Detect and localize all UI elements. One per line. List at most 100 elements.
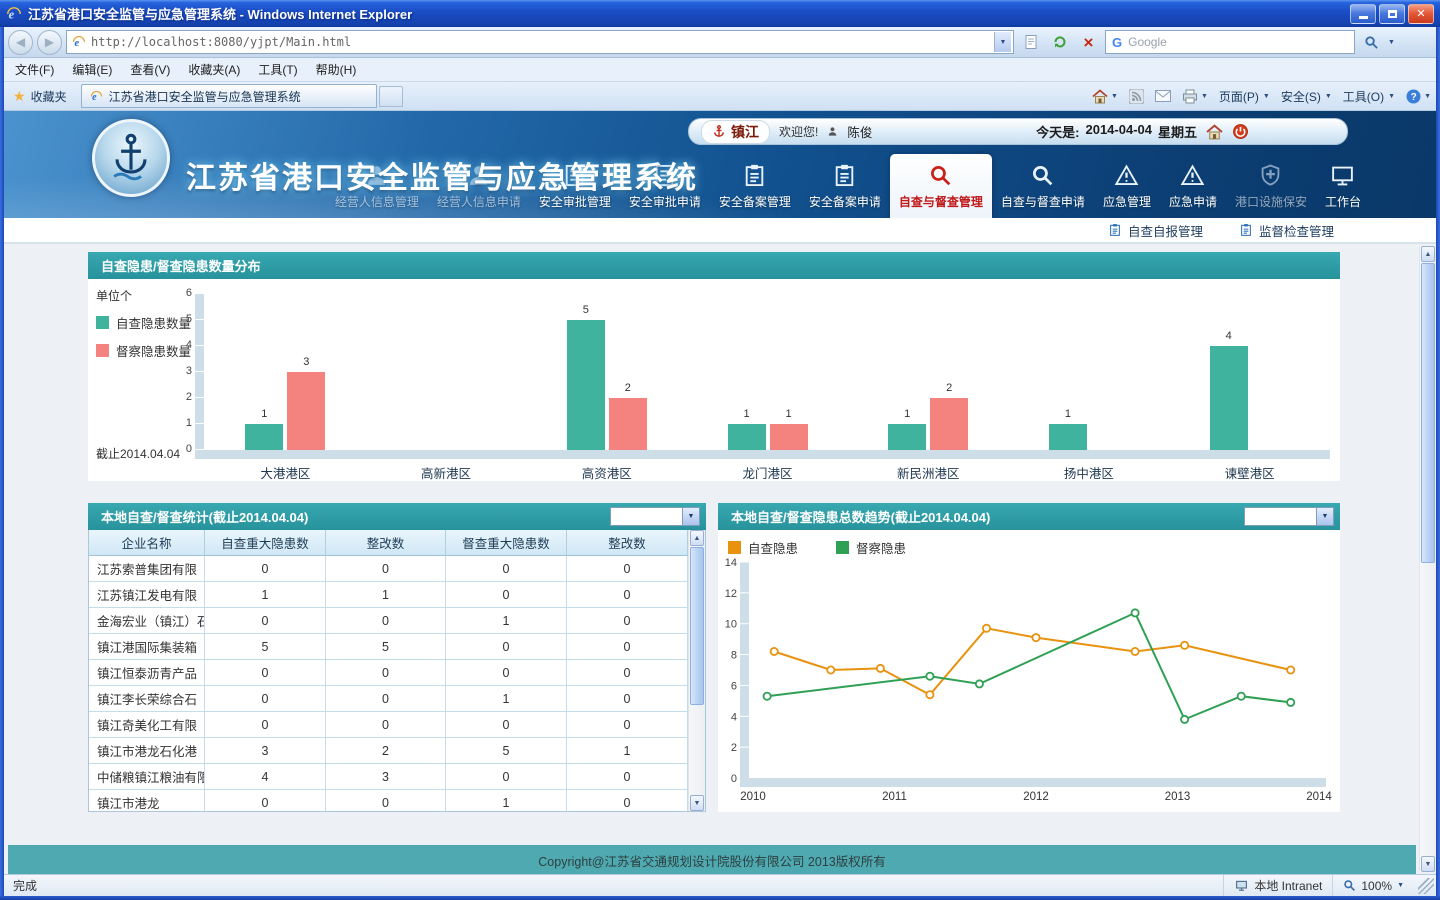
menu-item-5[interactable]: 工具(T) bbox=[249, 58, 306, 81]
zoom-level: 100% bbox=[1361, 879, 1392, 893]
new-tab-stub[interactable] bbox=[379, 86, 403, 107]
x-axis-category-label: 扬中港区 bbox=[1009, 463, 1169, 482]
nav-item-6[interactable]: 安全备案申请 bbox=[800, 154, 890, 218]
nav-item-8[interactable]: 自查与督查申请 bbox=[992, 154, 1094, 218]
statistics-filter-dropdown[interactable]: ▼ bbox=[610, 507, 700, 526]
asof-label: 截止2014.04.04 bbox=[96, 445, 180, 462]
table-row[interactable]: 江苏镇江发电有限1100 bbox=[89, 582, 688, 608]
trend-filter-dropdown[interactable]: ▼ bbox=[1244, 507, 1334, 526]
menu-item-2[interactable]: 编辑(E) bbox=[63, 58, 121, 81]
column-header: 整改数 bbox=[567, 530, 688, 556]
bar-self-check bbox=[728, 424, 766, 450]
welcome-bar: 镇江 欢迎您! 陈俊 今天是: 2014-04-04 星期五 bbox=[688, 118, 1348, 145]
nav-item-9[interactable]: 应急管理 bbox=[1094, 154, 1160, 218]
zoom-control[interactable]: 100% ▼ bbox=[1332, 875, 1414, 896]
value-cell: 0 bbox=[205, 556, 326, 582]
nav-item-12[interactable]: 工作台 bbox=[1316, 154, 1370, 218]
print-button[interactable]: ▼ bbox=[1182, 89, 1208, 104]
nav-item-10[interactable]: 应急申请 bbox=[1160, 154, 1226, 218]
tab-title: 江苏省港口安全监管与应急管理系统 bbox=[109, 88, 301, 105]
legend-item: 自查隐患 bbox=[728, 538, 798, 557]
table-row[interactable]: 镇江李长荣综合石0010 bbox=[89, 686, 688, 712]
address-dropdown-button[interactable]: ▼ bbox=[994, 32, 1011, 52]
nav-item-label: 自查与督查申请 bbox=[1001, 193, 1085, 210]
nav-item-7[interactable]: 自查与督查管理 bbox=[890, 154, 992, 218]
menu-item-3[interactable]: 查看(V) bbox=[121, 58, 179, 81]
value-cell: 0 bbox=[567, 790, 688, 812]
home-button[interactable]: ▼ bbox=[1092, 89, 1118, 104]
user-icon bbox=[827, 126, 838, 137]
search-dropdown-button[interactable]: ▼ bbox=[1388, 39, 1395, 46]
company-name-cell: 镇江港国际集装箱 bbox=[89, 634, 205, 660]
bar-supervise bbox=[930, 398, 968, 450]
y-axis-tick-label: 14 bbox=[725, 557, 737, 569]
close-button[interactable]: ✕ bbox=[1408, 4, 1434, 24]
stop-button[interactable]: × bbox=[1076, 30, 1101, 54]
scrollbar-thumb[interactable] bbox=[1421, 263, 1435, 563]
table-row[interactable]: 镇江港国际集装箱5500 bbox=[89, 634, 688, 660]
favbar-button-1[interactable]: 页面(P)▼ bbox=[1219, 88, 1270, 105]
chevron-down-icon[interactable]: ▼ bbox=[1316, 508, 1333, 525]
search-button[interactable] bbox=[1359, 30, 1384, 54]
bar-supervise bbox=[609, 398, 647, 450]
forward-button[interactable]: ▶ bbox=[37, 30, 62, 55]
page-ie-icon: e bbox=[72, 35, 86, 49]
menu-item-6[interactable]: 帮助(H) bbox=[307, 58, 366, 81]
table-row[interactable]: 金海宏业（镇江）石0010 bbox=[89, 608, 688, 634]
value-cell: 0 bbox=[205, 686, 326, 712]
refresh-button[interactable] bbox=[1047, 30, 1072, 54]
menu-item-1[interactable]: 文件(F) bbox=[6, 58, 63, 81]
table-row[interactable]: 镇江恒泰沥青产品0000 bbox=[89, 660, 688, 686]
nav-item-5[interactable]: 安全备案管理 bbox=[710, 154, 800, 218]
logout-icon[interactable] bbox=[1232, 123, 1249, 140]
compatibility-view-button[interactable] bbox=[1018, 30, 1043, 54]
y-axis-tick-label: 2 bbox=[172, 391, 192, 403]
address-field[interactable]: e http://localhost:8080/yjpt/Main.html ▼ bbox=[66, 30, 1014, 54]
table-row[interactable]: 镇江奇美化工有限0000 bbox=[89, 712, 688, 738]
value-cell: 5 bbox=[326, 634, 446, 660]
favbar-button-3[interactable]: 工具(O)▼ bbox=[1343, 88, 1395, 105]
menu-item-4[interactable]: 收藏夹(A) bbox=[179, 58, 249, 81]
feeds-button[interactable] bbox=[1129, 89, 1144, 104]
read-mail-button[interactable] bbox=[1155, 90, 1171, 102]
google-logo-icon: G bbox=[1112, 35, 1122, 50]
x-axis-category-label: 新民洲港区 bbox=[848, 463, 1008, 482]
table-row[interactable]: 中储粮镇江粮油有限4300 bbox=[89, 764, 688, 790]
resize-grip[interactable] bbox=[1418, 878, 1434, 894]
maximize-button[interactable] bbox=[1379, 4, 1405, 24]
favbar-button-2[interactable]: 安全(S)▼ bbox=[1281, 88, 1332, 105]
scroll-down-button[interactable]: ▼ bbox=[690, 795, 704, 811]
browser-tab[interactable]: e 江苏省港口安全监管与应急管理系统 bbox=[81, 84, 377, 108]
window-title-bar: e 江苏省港口安全监管与应急管理系统 - Windows Internet Ex… bbox=[0, 0, 1440, 27]
data-point bbox=[877, 665, 884, 672]
minimize-button[interactable] bbox=[1350, 4, 1376, 24]
table-scrollbar[interactable]: ▲ ▼ bbox=[688, 530, 705, 811]
search-input[interactable]: G Google bbox=[1105, 30, 1355, 54]
value-cell: 0 bbox=[326, 660, 446, 686]
data-point bbox=[1287, 699, 1294, 706]
x-axis-category-label: 高新港区 bbox=[366, 463, 526, 482]
subnav-item-1[interactable]: 自查自报管理 bbox=[1108, 221, 1203, 240]
url-text: http://localhost:8080/yjpt/Main.html bbox=[91, 35, 989, 49]
data-point bbox=[1181, 642, 1188, 649]
scroll-up-button[interactable]: ▲ bbox=[690, 530, 704, 546]
favorites-button[interactable]: ★ 收藏夹 bbox=[5, 85, 75, 108]
nav-item-11[interactable]: 港口设施保安 bbox=[1226, 154, 1316, 218]
table-row[interactable]: 江苏索普集团有限0000 bbox=[89, 556, 688, 582]
value-cell: 1 bbox=[446, 608, 567, 634]
value-cell: 0 bbox=[326, 608, 446, 634]
scroll-up-button[interactable]: ▲ bbox=[1421, 246, 1435, 262]
table-row[interactable]: 镇江市港龙0010 bbox=[89, 790, 688, 812]
chevron-down-icon[interactable]: ▼ bbox=[682, 508, 699, 525]
legend-swatch bbox=[728, 541, 741, 554]
scrollbar-thumb[interactable] bbox=[690, 547, 704, 705]
subnav-item-2[interactable]: 监督检查管理 bbox=[1239, 221, 1334, 240]
back-button[interactable]: ◀ bbox=[8, 30, 33, 55]
value-cell: 5 bbox=[205, 634, 326, 660]
home-shortcut-icon[interactable] bbox=[1206, 124, 1223, 140]
scroll-down-button[interactable]: ▼ bbox=[1421, 856, 1435, 872]
help-button[interactable]: ? ▼ bbox=[1406, 89, 1431, 104]
page-scrollbar[interactable]: ▲ ▼ bbox=[1419, 246, 1436, 872]
table-row[interactable]: 镇江市港龙石化港3251 bbox=[89, 738, 688, 764]
value-cell: 0 bbox=[567, 608, 688, 634]
